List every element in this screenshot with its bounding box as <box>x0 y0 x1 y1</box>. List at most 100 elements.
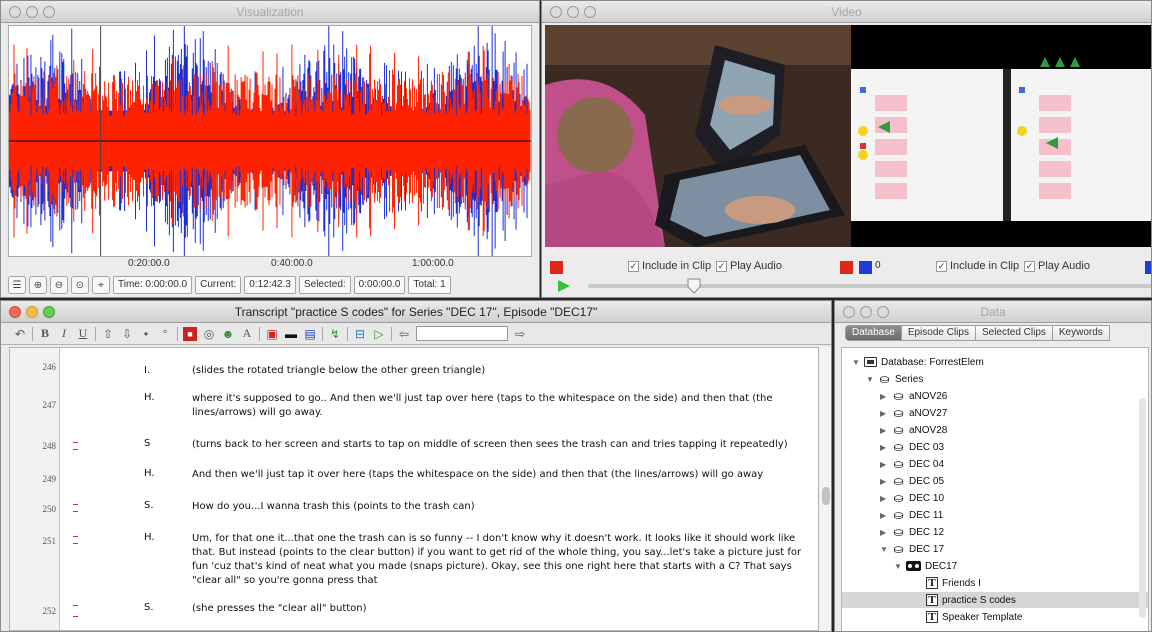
tree-scrollbar[interactable] <box>1139 398 1146 618</box>
close-icon[interactable] <box>9 6 21 18</box>
minimize-icon[interactable] <box>26 6 38 18</box>
tree-series-item[interactable]: ▶ ⛀ DEC 03 <box>880 439 944 455</box>
expanded-icon[interactable]: ▼ <box>894 562 902 571</box>
minimize-icon[interactable] <box>567 6 579 18</box>
utterance[interactable]: Um, for that one it...that one the trash… <box>192 532 802 588</box>
utterance[interactable]: where it's supposed to go.. And then we'… <box>192 392 802 420</box>
tree-series-item[interactable]: ▶ ⛀ DEC 10 <box>880 490 944 506</box>
collapsed-icon[interactable]: ▶ <box>880 528 888 537</box>
list-icon[interactable]: ☰ <box>8 276 26 294</box>
tab-episode-clips[interactable]: Episode Clips <box>901 325 976 341</box>
minimize-icon[interactable] <box>26 306 38 318</box>
utterance[interactable]: (slides the rotated triangle below the o… <box>192 364 802 378</box>
split-icon[interactable]: ⊟ <box>353 327 367 341</box>
collapsed-icon[interactable]: ▶ <box>880 426 888 435</box>
utterance[interactable]: (she presses the "clear all" button) <box>192 602 802 616</box>
collapsed-icon[interactable]: ▶ <box>880 392 888 401</box>
include-in-clip-1[interactable]: ✓ Include in Clip <box>628 260 711 272</box>
separator <box>95 326 96 341</box>
play-audio-2[interactable]: ✓ Play Audio <box>1024 260 1090 272</box>
tree-transcript-selected[interactable]: T practice S codes <box>926 592 1016 608</box>
utterance[interactable]: How do you...I wanna trash this (points … <box>192 500 802 514</box>
video-scrubber[interactable] <box>548 277 1152 295</box>
collapsed-icon[interactable]: ▶ <box>880 443 888 452</box>
utterance[interactable]: (turns back to her screen and starts to … <box>192 438 802 452</box>
zoom-reset-icon[interactable]: ⊙ <box>71 276 89 294</box>
tab-database[interactable]: Database <box>845 325 902 341</box>
video-clip-icon[interactable]: ▬ <box>284 327 298 341</box>
transcript-scrollbar[interactable] <box>820 347 831 631</box>
transcript-body[interactable]: 246 I. (slides the rotated triangle belo… <box>9 347 819 631</box>
zoom-out-icon[interactable]: ⊖ <box>50 276 68 294</box>
checkbox-icon[interactable]: ✓ <box>936 260 947 272</box>
underline-icon[interactable]: U <box>76 326 90 341</box>
checkbox-icon[interactable]: ✓ <box>1024 260 1035 272</box>
collapsed-icon[interactable]: ▶ <box>880 494 888 503</box>
tree-transcript[interactable]: T Friends I <box>926 575 981 591</box>
tree-series-item[interactable]: ▶ ⛀ aNOV26 <box>880 388 947 404</box>
tree-series-root[interactable]: ▼ ⛀ Series <box>866 371 923 387</box>
zoom-icon[interactable] <box>584 6 596 18</box>
database-tree[interactable]: ▼ Database: ForrestElem ▼ ⛀ Series ▶ ⛀ aNO… <box>841 347 1149 631</box>
close-icon[interactable] <box>550 6 562 18</box>
collapsed-icon[interactable]: ▶ <box>880 511 888 520</box>
snap-icon[interactable]: ⌖ <box>92 276 110 294</box>
play-audio-1[interactable]: ✓ Play Audio <box>716 260 782 272</box>
expanded-icon[interactable]: ▼ <box>880 545 888 554</box>
dot-icon[interactable]: • <box>139 327 153 341</box>
collapsed-icon[interactable]: ▶ <box>880 460 888 469</box>
red-channel-swatch[interactable] <box>840 261 853 274</box>
close-icon[interactable] <box>9 306 21 318</box>
image-icon[interactable]: ▣ <box>265 327 279 341</box>
utterance[interactable]: And then we'll just tap it over here (ta… <box>192 468 802 482</box>
speaker-icon[interactable]: ☻ <box>221 327 235 341</box>
tree-series-item[interactable]: ▼ ⛀ DEC 17 <box>880 541 944 557</box>
fall-icon[interactable]: ⇩ <box>120 327 134 341</box>
font-icon[interactable]: A <box>240 326 254 341</box>
include-in-clip-2[interactable]: ✓ Include in Clip <box>936 260 1019 272</box>
clip-marker <box>73 605 78 617</box>
tree-series-item[interactable]: ▶ ⛀ DEC 12 <box>880 524 944 540</box>
waveform-display[interactable] <box>8 25 532 257</box>
save-icon[interactable]: ▤ <box>303 327 317 341</box>
bold-icon[interactable]: B <box>38 326 52 341</box>
scroll-thumb[interactable] <box>822 487 830 505</box>
video-frame[interactable] <box>545 25 1151 247</box>
rise-icon[interactable]: ⇧ <box>101 327 115 341</box>
tab-selected-clips[interactable]: Selected Clips <box>975 325 1053 341</box>
collapsed-icon[interactable]: ▶ <box>880 477 888 486</box>
tree-series-item[interactable]: ▶ ⛀ aNOV28 <box>880 422 947 438</box>
degree-icon[interactable]: ° <box>158 327 172 341</box>
minimize-icon[interactable] <box>860 306 872 318</box>
close-icon[interactable] <box>843 306 855 318</box>
tab-keywords[interactable]: Keywords <box>1052 325 1110 341</box>
search-field[interactable] <box>416 326 508 341</box>
tree-series-item[interactable]: ▶ ⛀ DEC 05 <box>880 473 944 489</box>
play-icon[interactable]: ▷ <box>372 327 386 341</box>
blue-channel-swatch[interactable] <box>859 261 872 274</box>
checkbox-icon[interactable]: ✓ <box>716 260 727 272</box>
tree-series-item[interactable]: ▶ ⛀ DEC 11 <box>880 507 943 523</box>
sync-icon[interactable]: ↯ <box>328 327 342 341</box>
zoom-icon[interactable] <box>43 306 55 318</box>
back-arrow-icon[interactable]: ⇦ <box>397 327 411 341</box>
forward-arrow-icon[interactable]: ⇨ <box>513 327 527 341</box>
timecode-icon[interactable]: ■ <box>183 326 197 341</box>
tree-series-item[interactable]: ▶ ⛀ DEC 04 <box>880 456 944 472</box>
zoom-icon[interactable] <box>43 6 55 18</box>
zoom-in-icon[interactable]: ⊕ <box>29 276 47 294</box>
red-channel-swatch[interactable] <box>550 261 563 274</box>
blue-channel-swatch[interactable] <box>1145 261 1151 274</box>
zoom-icon[interactable] <box>877 306 889 318</box>
undo-icon[interactable]: ↶ <box>13 327 27 341</box>
tree-database[interactable]: ▼ Database: ForrestElem <box>852 354 984 370</box>
expanded-icon[interactable]: ▼ <box>852 358 860 367</box>
tree-episode[interactable]: ▼ DEC17 <box>894 558 957 574</box>
checkbox-icon[interactable]: ✓ <box>628 260 639 272</box>
italic-icon[interactable]: I <box>57 326 71 341</box>
expanded-icon[interactable]: ▼ <box>866 375 874 384</box>
collapsed-icon[interactable]: ▶ <box>880 409 888 418</box>
tree-series-item[interactable]: ▶ ⛀ aNOV27 <box>880 405 947 421</box>
audio-icon[interactable]: ◎ <box>202 327 216 341</box>
tree-transcript[interactable]: T Speaker Template <box>926 609 1022 625</box>
